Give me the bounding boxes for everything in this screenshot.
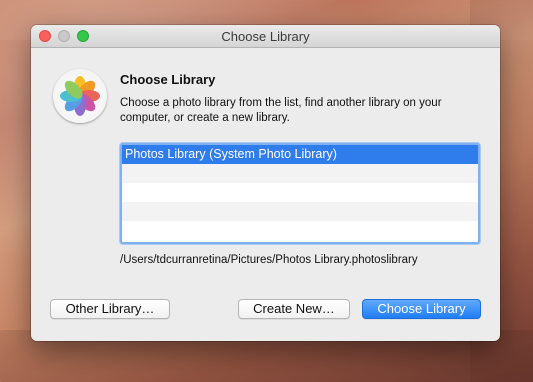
library-list-item xyxy=(122,202,478,221)
title-bar[interactable]: Choose Library xyxy=(31,25,500,48)
library-list[interactable]: Photos Library (System Photo Library) xyxy=(120,143,480,244)
choose-library-dialog: Choose Library Choose Library Choose a p… xyxy=(31,25,500,341)
library-list-item xyxy=(122,183,478,202)
create-new-button[interactable]: Create New… xyxy=(238,299,350,319)
library-list-item xyxy=(122,221,478,240)
dialog-description: Choose a photo library from the list, fi… xyxy=(120,97,442,124)
photos-app-icon xyxy=(53,69,107,123)
window-title: Choose Library xyxy=(221,29,310,44)
other-library-button[interactable]: Other Library… xyxy=(50,299,170,319)
library-list-item xyxy=(122,164,478,183)
dialog-heading: Choose Library xyxy=(120,72,216,87)
library-list-item[interactable]: Photos Library (System Photo Library) xyxy=(122,145,478,164)
library-path: /Users/tdcurranretina/Pictures/Photos Li… xyxy=(120,254,418,266)
choose-library-button[interactable]: Choose Library xyxy=(362,299,481,319)
